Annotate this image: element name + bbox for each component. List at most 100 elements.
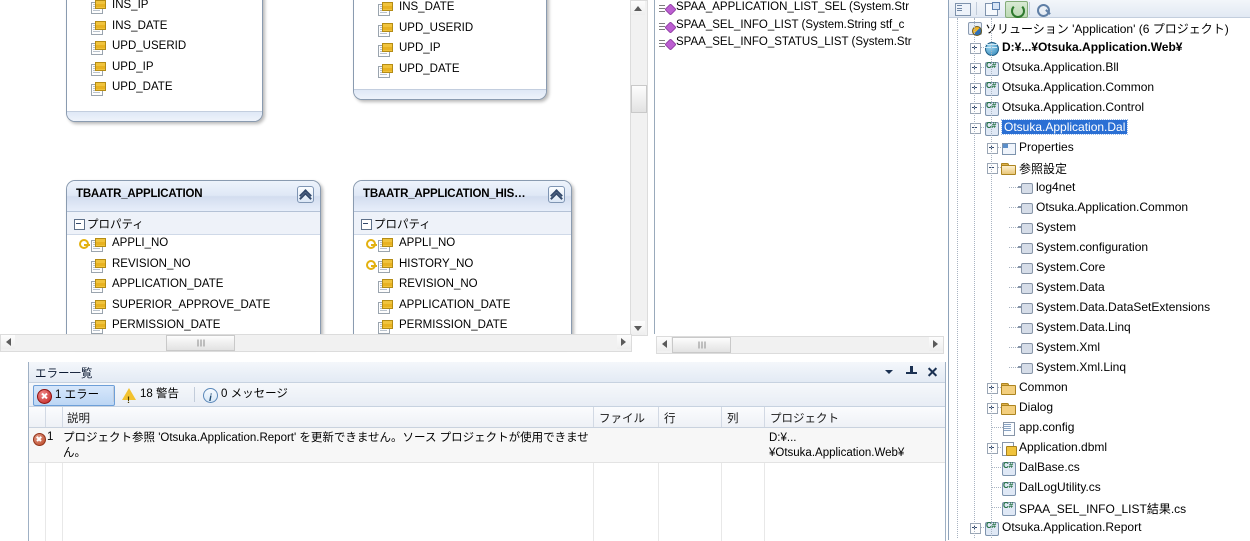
tree-node[interactable]: Otsuka.Application.Common	[949, 198, 1250, 218]
error-list-toolbar[interactable]: 1 エラー 18 警告 0 メッセージ	[29, 383, 945, 410]
entity-property-row[interactable]: APPLI_NO	[67, 235, 320, 256]
reference-icon	[1018, 223, 1033, 234]
entity-property-row[interactable]: UPD_DATE	[354, 61, 546, 82]
tree-node[interactable]: 参照設定	[949, 158, 1250, 178]
collapse-minus-icon[interactable]	[74, 219, 85, 230]
scroll-left-button[interactable]	[657, 337, 671, 351]
scroll-down-button[interactable]	[631, 321, 645, 335]
entity-property-row[interactable]: INS_IP	[67, 0, 262, 18]
warning-icon	[122, 388, 136, 410]
tree-node[interactable]: System.Xml	[949, 338, 1250, 358]
tree-node[interactable]: System.Core	[949, 258, 1250, 278]
tree-node[interactable]: Application.dbml	[949, 438, 1250, 458]
entity-property-row[interactable]: SUPERIOR_APPROVE_DATE	[67, 297, 320, 318]
collapse-minus-icon[interactable]	[361, 219, 372, 230]
entity-header[interactable]: TBAATR_APPLICATION_HIS…	[354, 181, 571, 212]
column-header-file[interactable]: ファイル	[599, 410, 645, 426]
tree-node[interactable]: app.config	[949, 418, 1250, 438]
entity-header[interactable]: TBAATR_APPLICATION	[67, 181, 320, 212]
method-row[interactable]: SPAA_SEL_INFO_LIST (System.String stf_c	[655, 18, 944, 36]
tree-node[interactable]: DalBase.cs	[949, 458, 1250, 478]
entity-property-row[interactable]: INS_DATE	[354, 0, 546, 20]
entity-compartment-properties[interactable]: プロパティ	[354, 212, 571, 235]
scrollbar-thumb[interactable]	[166, 335, 235, 351]
tree-node[interactable]: System.Xml.Linq	[949, 358, 1250, 378]
entity-shape-tbaatr-application-history[interactable]: TBAATR_APPLICATION_HIS… プロパティ APPLI_NO H…	[353, 180, 572, 347]
tree-node[interactable]: ソリューション 'Application' (6 プロジェクト)	[949, 18, 1250, 38]
pin-icon[interactable]	[904, 364, 919, 379]
tree-node-label: Application.dbml	[1019, 440, 1108, 454]
dbml-designer-surface[interactable]: INS_IP INS_DATE UPD_USERID UPD_IP UPD_DA…	[0, 0, 944, 356]
tree-node[interactable]: Dialog	[949, 398, 1250, 418]
tree-node-label: DalBase.cs	[1019, 460, 1080, 474]
entity-property-row[interactable]: HISTORY_NO	[354, 256, 571, 277]
error-list-panel[interactable]: エラー一覧 1 エラー 18 警告 0 メッセージ	[28, 362, 946, 541]
solution-explorer-panel[interactable]: ソリューション 'Application' (6 プロジェクト) D:¥...¥O…	[948, 0, 1250, 540]
column-header-line[interactable]: 行	[664, 410, 676, 426]
tree-node[interactable]: Otsuka.Application.Dal	[949, 118, 1250, 138]
properties-icon[interactable]	[952, 1, 973, 16]
entity-property-row[interactable]: UPD_USERID	[354, 20, 546, 41]
tree-node[interactable]: Otsuka.Application.Common	[949, 78, 1250, 98]
tree-node[interactable]: System.Data.Linq	[949, 318, 1250, 338]
tree-node[interactable]: Otsuka.Application.Bll	[949, 58, 1250, 78]
entity-shape-tbaatr-application[interactable]: TBAATR_APPLICATION プロパティ APPLI_NO REVISI…	[66, 180, 321, 347]
tree-node[interactable]: DalLogUtility.cs	[949, 478, 1250, 498]
scroll-right-button[interactable]	[929, 337, 943, 351]
entity-property-row[interactable]: REVISION_NO	[354, 276, 571, 297]
entity-shape[interactable]: INS_IP INS_DATE UPD_USERID UPD_IP UPD_DA…	[66, 0, 263, 122]
error-list-rows[interactable]: 1 プロジェクト参照 'Otsuka.Application.Report' を…	[29, 428, 945, 541]
collapse-chevron-icon[interactable]	[548, 186, 565, 203]
scrollbar-thumb[interactable]	[672, 337, 731, 353]
tree-node[interactable]: System.Data	[949, 278, 1250, 298]
table-row[interactable]: 1 プロジェクト参照 'Otsuka.Application.Report' を…	[29, 428, 945, 463]
view-code-icon[interactable]	[1034, 1, 1055, 17]
refresh-icon[interactable]	[1005, 1, 1028, 18]
entity-property-row[interactable]: UPD_USERID	[67, 38, 262, 59]
tree-node[interactable]: SPAA_SEL_INFO_LIST結果.cs	[949, 498, 1250, 518]
entity-property-row[interactable]: APPLICATION_DATE	[354, 297, 571, 318]
methods-horizontal-scrollbar[interactable]	[656, 336, 944, 354]
filter-messages-button[interactable]: 0 メッセージ	[200, 385, 322, 408]
chevron-down-icon[interactable]	[882, 364, 897, 379]
close-icon[interactable]	[925, 364, 940, 379]
scroll-right-button[interactable]	[617, 335, 631, 349]
entity-property-row[interactable]: INS_DATE	[67, 18, 262, 39]
method-row[interactable]: SPAA_SEL_INFO_STATUS_LIST (System.Str	[655, 35, 944, 53]
tree-node[interactable]: log4net	[949, 178, 1250, 198]
column-header-description[interactable]: 説明	[67, 410, 90, 426]
tree-node[interactable]: D:¥...¥Otsuka.Application.Web¥	[949, 38, 1250, 58]
error-list-column-headers[interactable]: 説明 ファイル 行 列 プロジェクト	[29, 407, 945, 428]
solution-explorer-toolbar[interactable]	[949, 0, 1250, 18]
designer-horizontal-scrollbar[interactable]	[0, 334, 632, 352]
scroll-left-button[interactable]	[1, 335, 15, 349]
tree-node[interactable]: System	[949, 218, 1250, 238]
entity-compartment-properties[interactable]: プロパティ	[67, 212, 320, 235]
method-row[interactable]: SPAA_APPLICATION_LIST_SEL (System.Str	[655, 0, 944, 18]
show-all-files-icon[interactable]	[981, 1, 1002, 16]
entity-property-row[interactable]: UPD_IP	[67, 59, 262, 80]
entity-property-row[interactable]: APPLI_NO	[354, 235, 571, 256]
collapse-chevron-icon[interactable]	[297, 186, 314, 203]
tree-node[interactable]: System.Data.DataSetExtensions	[949, 298, 1250, 318]
filter-errors-button[interactable]: 1 エラー	[33, 385, 115, 406]
entity-property-row[interactable]: UPD_IP	[354, 40, 546, 61]
column-header-column[interactable]: 列	[727, 410, 739, 426]
error-list-title-bar[interactable]: エラー一覧	[29, 362, 945, 383]
scroll-up-button[interactable]	[631, 1, 645, 15]
filter-warnings-button[interactable]: 18 警告	[119, 385, 201, 410]
entity-property-row[interactable]: UPD_DATE	[67, 79, 262, 100]
column-header-project[interactable]: プロジェクト	[770, 410, 839, 426]
methods-pane[interactable]: SPAA_APPLICATION_LIST_SEL (System.Str SP…	[654, 0, 944, 334]
tree-node[interactable]: Common	[949, 378, 1250, 398]
scrollbar-thumb[interactable]	[631, 85, 647, 113]
entity-shape[interactable]: INS_DATE UPD_USERID UPD_IP UPD_DATE	[353, 0, 547, 100]
tree-node[interactable]: Otsuka.Application.Report	[949, 518, 1250, 538]
entity-property-row[interactable]: APPLICATION_DATE	[67, 276, 320, 297]
tree-node[interactable]: Otsuka.Application.Control	[949, 98, 1250, 118]
tree-node[interactable]: Properties	[949, 138, 1250, 158]
tree-node[interactable]: System.configuration	[949, 238, 1250, 258]
entity-property-row[interactable]: REVISION_NO	[67, 256, 320, 277]
solution-tree[interactable]: ソリューション 'Application' (6 プロジェクト) D:¥...¥O…	[949, 18, 1250, 538]
designer-vertical-scrollbar[interactable]	[630, 0, 648, 336]
